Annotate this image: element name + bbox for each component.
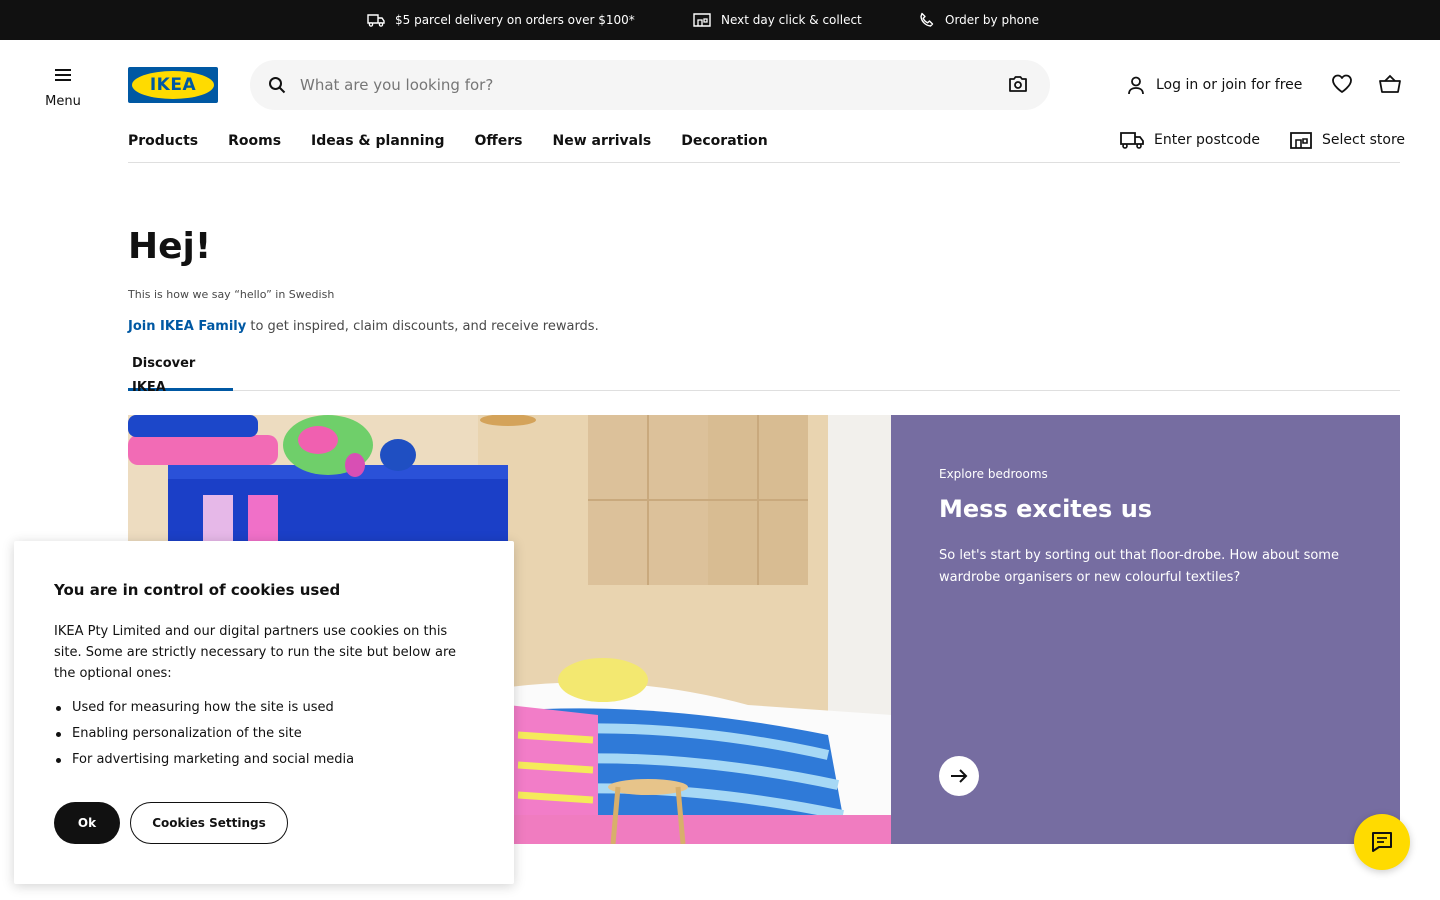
tab-discover-ikea[interactable]: Discover IKEA bbox=[128, 352, 233, 395]
camera-icon[interactable] bbox=[1008, 75, 1028, 93]
banner-panel[interactable]: Explore bedrooms Mess excites us So let'… bbox=[891, 415, 1400, 844]
nav-decoration[interactable]: Decoration bbox=[681, 130, 767, 152]
nav-ideas-planning[interactable]: Ideas & planning bbox=[311, 130, 444, 152]
logo-text: IKEA bbox=[132, 71, 214, 99]
nav-offers[interactable]: Offers bbox=[475, 130, 523, 152]
search-bar bbox=[250, 60, 1050, 110]
cookie-title: You are in control of cookies used bbox=[54, 581, 341, 599]
cookie-purpose-list: Used for measuring how the site is used … bbox=[54, 695, 474, 773]
join-family-link[interactable]: Join IKEA Family bbox=[128, 319, 246, 334]
order-by-phone-label: Order by phone bbox=[945, 13, 1040, 27]
click-collect-label: Next day click & collect bbox=[721, 13, 862, 27]
chat-icon bbox=[1372, 832, 1392, 852]
banner-text: So let's start by sorting out that floor… bbox=[939, 548, 1339, 585]
top-announcement-bar: $5 parcel delivery on orders over $100* … bbox=[0, 0, 1440, 40]
nav-products[interactable]: Products bbox=[128, 130, 198, 152]
parcel-delivery-link[interactable]: $5 parcel delivery on orders over $100* bbox=[367, 0, 635, 40]
list-item: Enabling personalization of the site bbox=[54, 721, 474, 747]
tabs-divider bbox=[128, 390, 1400, 391]
page-subtitle: This is how we say “hello” in Swedish bbox=[128, 288, 335, 301]
enter-postcode-button[interactable]: Enter postcode bbox=[1120, 131, 1260, 149]
arrow-right-icon bbox=[951, 769, 968, 783]
main-navigation: Products Rooms Ideas & planning Offers N… bbox=[128, 130, 798, 152]
hamburger-icon bbox=[55, 69, 71, 81]
cookie-settings-button[interactable]: Cookies Settings bbox=[130, 802, 288, 844]
page-title: Hej! bbox=[128, 226, 212, 267]
banner-arrow-button[interactable] bbox=[939, 756, 979, 796]
nav-divider bbox=[128, 162, 1400, 163]
order-by-phone-link[interactable]: Order by phone bbox=[919, 0, 1039, 40]
ikea-logo[interactable]: IKEA bbox=[128, 67, 218, 103]
nav-new-arrivals[interactable]: New arrivals bbox=[552, 130, 651, 152]
login-link[interactable]: Log in or join for free bbox=[1126, 74, 1302, 96]
phone-icon bbox=[920, 12, 934, 27]
shopping-basket-icon[interactable] bbox=[1379, 74, 1401, 94]
family-promo: Join IKEA Family to get inspired, claim … bbox=[128, 319, 599, 334]
menu-button[interactable]: Menu bbox=[30, 60, 96, 120]
store-icon bbox=[1290, 132, 1312, 149]
cookie-text: IKEA Pty Limited and our digital partner… bbox=[54, 624, 457, 681]
chat-button[interactable] bbox=[1354, 814, 1410, 870]
banner-title: Mess excites us bbox=[939, 495, 1153, 523]
postcode-label: Enter postcode bbox=[1154, 132, 1261, 148]
store-label: Select store bbox=[1322, 132, 1406, 148]
list-item: For advertising marketing and social med… bbox=[54, 747, 474, 773]
search-input[interactable] bbox=[300, 60, 980, 110]
family-promo-text: to get inspired, claim discounts, and re… bbox=[246, 319, 599, 334]
list-item: Used for measuring how the site is used bbox=[54, 695, 474, 721]
login-label: Log in or join for free bbox=[1156, 77, 1303, 93]
cookie-ok-button[interactable]: Ok bbox=[54, 802, 120, 844]
store-icon bbox=[693, 13, 711, 27]
menu-label: Menu bbox=[45, 94, 81, 109]
heart-icon[interactable] bbox=[1331, 74, 1353, 94]
user-icon bbox=[1128, 76, 1144, 95]
nav-rooms[interactable]: Rooms bbox=[228, 130, 281, 152]
select-store-button[interactable]: Select store bbox=[1290, 131, 1405, 149]
truck-icon bbox=[367, 14, 385, 27]
parcel-delivery-label: $5 parcel delivery on orders over $100* bbox=[395, 13, 635, 27]
cookie-consent-dialog: You are in control of cookies used IKEA … bbox=[14, 541, 514, 884]
click-collect-link[interactable]: Next day click & collect bbox=[693, 0, 862, 40]
truck-icon bbox=[1120, 132, 1144, 149]
banner-eyebrow: Explore bedrooms bbox=[939, 467, 1048, 481]
search-icon[interactable] bbox=[268, 76, 286, 94]
